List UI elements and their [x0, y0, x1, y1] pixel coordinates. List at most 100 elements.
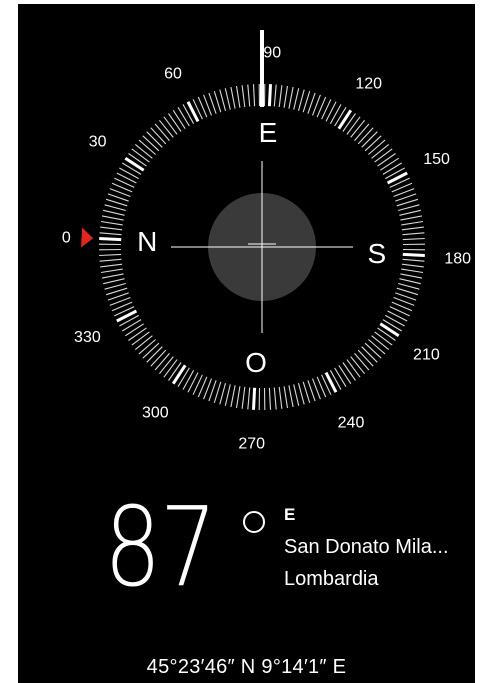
minor-tick: [128, 327, 147, 341]
gps-coordinates[interactable]: 45°23′46″ N 9°14′1″ E: [18, 656, 475, 679]
minor-tick: [371, 143, 390, 159]
minor-tick: [278, 85, 283, 108]
minor-tick: [247, 84, 251, 107]
minor-tick: [105, 198, 128, 207]
minor-tick: [368, 139, 386, 155]
minor-tick: [283, 386, 289, 409]
minor-tick: [172, 109, 186, 130]
minor-tick: [278, 386, 283, 409]
minor-tick: [100, 263, 123, 268]
minor-tick: [354, 353, 370, 371]
minor-tick: [230, 385, 236, 408]
minor-tick: [100, 268, 123, 274]
minor-tick: [268, 387, 272, 410]
minor-tick: [334, 367, 347, 387]
minor-tick: [402, 232, 425, 236]
compass-screen: 0 30 60 90 120 150 180 210 240 270 300 330 N E S O 87 E…: [18, 4, 475, 683]
major-tick: [379, 322, 400, 338]
location-region: Lombardia: [284, 568, 379, 590]
heading-readout: 87 E San Donato Mila... Lombardia: [104, 492, 475, 602]
minor-tick: [325, 101, 337, 122]
minor-tick: [154, 123, 170, 141]
minor-tick: [150, 349, 167, 367]
minor-tick: [342, 113, 356, 132]
minor-tick: [334, 107, 347, 127]
minor-tick: [402, 258, 425, 262]
minor-tick: [364, 342, 382, 359]
minor-tick: [213, 90, 222, 113]
minor-tick: [401, 220, 424, 226]
minor-tick: [361, 346, 378, 363]
minor-tick: [379, 157, 400, 171]
cardinal-south: S: [367, 238, 386, 269]
minor-tick: [158, 119, 174, 138]
minor-tick: [293, 384, 300, 406]
minor-tick: [374, 331, 393, 346]
minor-tick: [103, 278, 125, 285]
minor-tick: [400, 215, 423, 221]
minor-tick: [224, 384, 231, 406]
minor-tick: [219, 383, 227, 405]
degree-label: 90: [263, 44, 281, 61]
minor-tick: [302, 90, 311, 113]
degree-label: 210: [413, 347, 440, 364]
minor-tick: [368, 339, 386, 355]
minor-tick: [154, 353, 170, 371]
minor-tick: [400, 273, 423, 279]
minor-tick: [187, 372, 199, 393]
cardinal-west: O: [245, 347, 267, 378]
minor-tick: [273, 387, 277, 410]
minor-tick: [371, 335, 390, 351]
degree-label: 120: [355, 76, 382, 93]
minor-tick: [101, 273, 124, 279]
minor-tick: [122, 162, 142, 175]
minor-tick: [288, 385, 294, 408]
minor-tick: [364, 135, 382, 152]
minor-tick: [101, 215, 124, 221]
minor-tick: [354, 123, 370, 141]
minor-tick: [104, 204, 126, 212]
minor-tick: [357, 127, 374, 145]
degree-label: 300: [142, 404, 169, 421]
minor-tick: [350, 119, 366, 138]
minor-tick: [297, 383, 305, 405]
major-tick: [99, 237, 122, 242]
minor-tick: [346, 116, 361, 135]
minor-tick: [131, 331, 150, 346]
minor-tick: [163, 359, 178, 378]
minor-tick: [401, 226, 424, 231]
minor-tick: [146, 346, 163, 363]
compass-dial[interactable]: 0 30 60 90 120 150 180 210 240 270 300 330 N E S O: [18, 4, 475, 504]
minor-tick: [124, 323, 145, 337]
minor-tick: [150, 127, 167, 145]
minor-tick: [182, 370, 195, 390]
minor-tick: [385, 314, 405, 327]
minor-tick: [230, 86, 236, 109]
degree-label: 240: [338, 415, 365, 432]
minor-tick: [99, 253, 122, 257]
minor-tick: [116, 172, 137, 184]
minor-tick: [99, 258, 122, 262]
minor-tick: [350, 356, 366, 375]
minor-tick: [396, 287, 419, 296]
minor-tick: [142, 135, 160, 152]
minor-tick: [142, 342, 160, 359]
minor-tick: [104, 282, 126, 290]
minor-tick: [119, 167, 139, 180]
minor-tick: [213, 381, 222, 404]
minor-tick: [247, 387, 251, 410]
minor-tick: [99, 232, 122, 236]
degree-label: 330: [74, 329, 101, 346]
major-tick: [124, 156, 145, 172]
cardinal-north: N: [137, 226, 157, 257]
minor-tick: [235, 85, 241, 108]
major-tick: [337, 109, 353, 130]
minor-tick: [329, 104, 342, 124]
degree-label: 180: [444, 250, 471, 267]
major-tick: [171, 364, 187, 385]
minor-tick: [357, 349, 374, 367]
minor-tick: [302, 381, 311, 404]
north-pointer-icon: [81, 227, 94, 248]
minor-tick: [146, 131, 163, 148]
minor-tick: [396, 198, 419, 207]
